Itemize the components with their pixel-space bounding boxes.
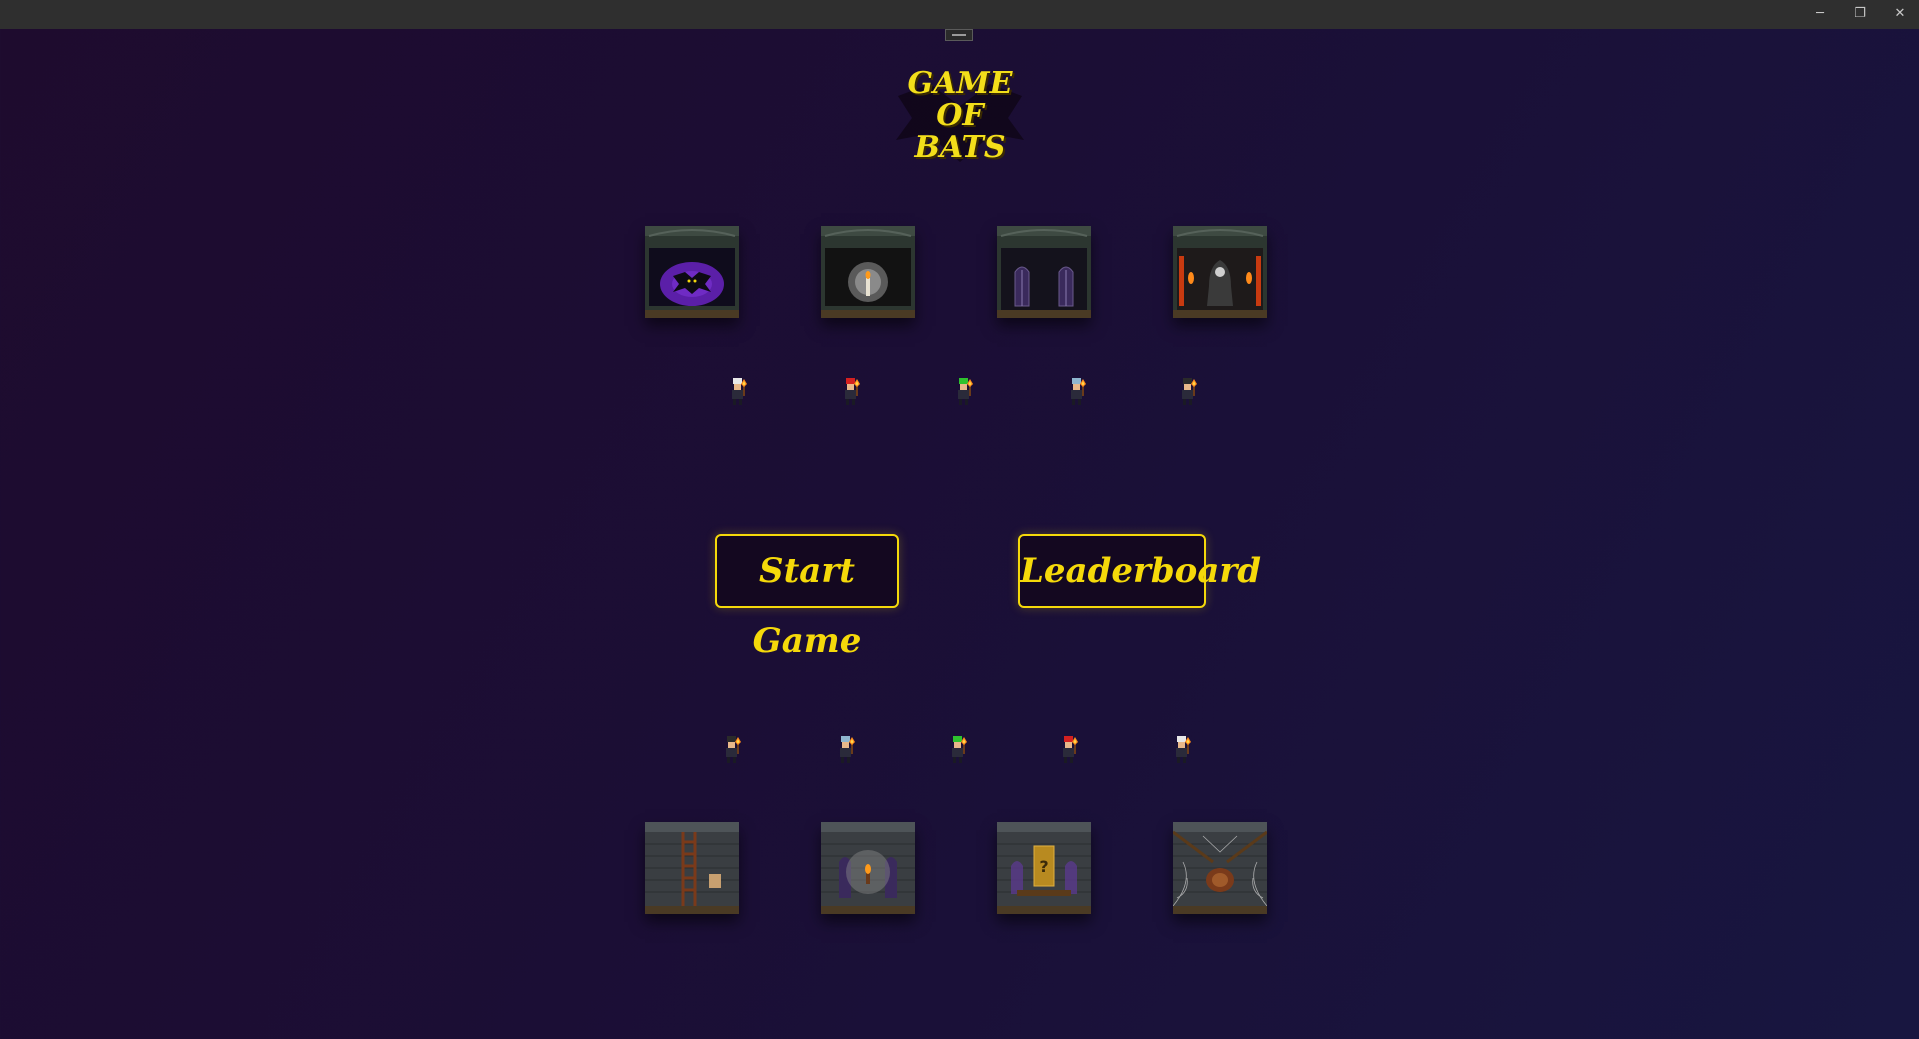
drag-handle[interactable] [945, 29, 973, 41]
throne-room [1173, 226, 1267, 318]
bottom-character-3 [946, 734, 970, 766]
bat-room [645, 226, 739, 318]
bottom-character-4 [1057, 734, 1081, 766]
mystery-door-icon: ? [1033, 845, 1055, 887]
start-game-button[interactable]: Start Game [715, 534, 899, 661]
candle-icon [866, 278, 870, 296]
top-character-2 [839, 376, 863, 408]
minimize-icon[interactable]: ─ [1800, 0, 1840, 29]
restore-icon[interactable]: ❐ [1840, 0, 1880, 29]
candle-room [821, 226, 915, 318]
window-room [997, 226, 1091, 318]
ladder-room [645, 822, 739, 914]
bottom-character-5 [1170, 734, 1194, 766]
top-character-3 [952, 376, 976, 408]
close-icon[interactable]: ✕ [1880, 0, 1919, 29]
top-character-4 [1065, 376, 1089, 408]
top-character-1 [726, 376, 750, 408]
spider-room [1173, 822, 1267, 914]
logo-title: GAME OF BATS [907, 66, 1013, 165]
torch-room [821, 822, 915, 914]
mystery-door-room: ? [997, 822, 1091, 914]
bottom-character-2 [834, 734, 858, 766]
game-logo: GAME OF BATS [890, 66, 1030, 176]
leaderboard-button[interactable]: Leaderboard [1018, 534, 1261, 608]
bottom-character-1 [720, 734, 744, 766]
svg-text:?: ? [1039, 857, 1048, 876]
window-titlebar: ─ ❐ ✕ [0, 0, 1919, 29]
top-character-5 [1176, 376, 1200, 408]
